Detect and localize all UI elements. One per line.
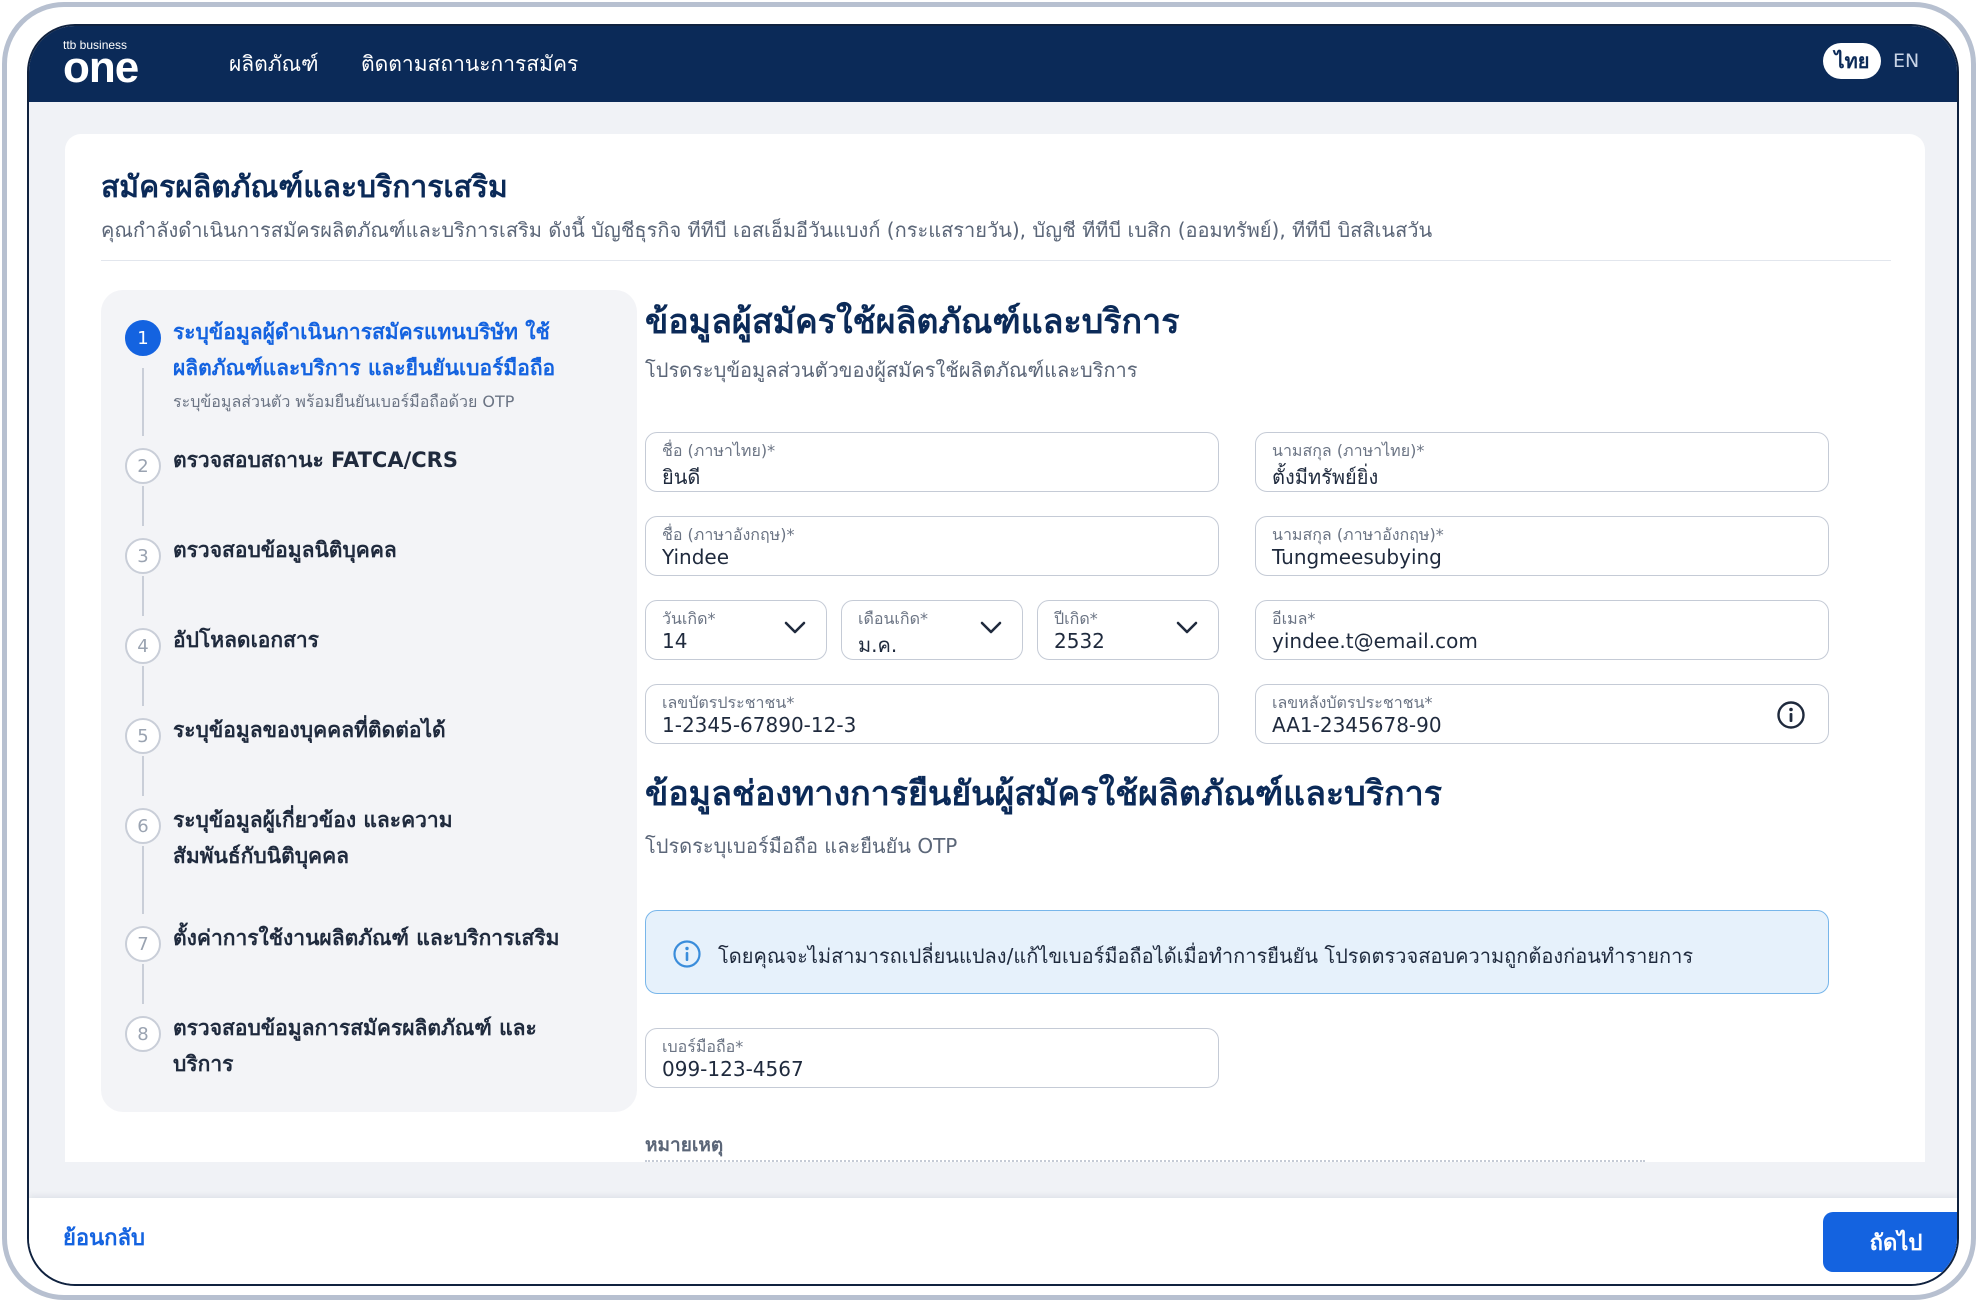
last-name-th-field[interactable]: นามสกุล (ภาษาไทย)* ตั้งมีทรัพย์ยิ่ง [1255,432,1829,492]
step-connector [142,756,144,796]
field-value: 14 [662,629,688,653]
field-value: 2532 [1054,629,1105,653]
notice-text: โดยคุณจะไม่สามารถเปลี่ยนแปลง/แก้ไขเบอร์ม… [718,944,1694,968]
mobile-number-field[interactable]: เบอร์มือถือ* 099-123-4567 [645,1028,1219,1088]
field-value: AA1-2345678-90 [1272,713,1442,737]
info-icon[interactable] [1776,700,1806,730]
birth-month-select[interactable]: เดือนเกิด* ม.ค. [841,600,1023,660]
field-value: ยินดี [662,465,701,489]
field-value: 1-2345-67890-12-3 [662,713,857,737]
last-name-en-field[interactable]: นามสกุล (ภาษาอังกฤษ)* Tungmeesubying [1255,516,1829,576]
step-number: 4 [125,628,161,664]
id-card-laser-code-field[interactable]: เลขหลังบัตรประชาชน* AA1-2345678-90 [1255,684,1829,744]
nav-track-application[interactable]: ติดตามสถานะการสมัคร [361,48,578,81]
first-name-en-field[interactable]: ชื่อ (ภาษาอังกฤษ)* Yindee [645,516,1219,576]
step-number: 7 [125,926,161,962]
step-title: ระบุข้อมูลของบุคคลที่ติดต่อได้ [173,718,446,742]
page-subtitle: คุณกำลังดำเนินการสมัครผลิตภัณฑ์และบริการ… [101,218,1433,242]
next-button[interactable]: ถัดไป [1823,1212,1957,1272]
applicant-section-title: ข้อมูลผู้สมัครใช้ผลิตภัณฑ์และบริการ [645,302,1180,342]
field-value: ตั้งมีทรัพย์ยิ่ง [1272,465,1379,489]
field-value: Tungmeesubying [1272,545,1442,569]
application-card: สมัครผลิตภัณฑ์และบริการเสริม คุณกำลังดำเ… [65,134,1925,1162]
applicant-section-subtitle: โปรดระบุข้อมูลส่วนตัวของผู้สมัครใช้ผลิตภ… [645,358,1138,382]
field-value: 099-123-4567 [662,1057,804,1081]
ttb-business-one-logo[interactable]: ttb business one [63,38,149,90]
nav-products[interactable]: ผลิตภัณฑ์ [229,48,319,81]
step-number: 3 [125,538,161,574]
logo-main-text: one [63,43,139,92]
email-field[interactable]: อีเมล* yindee.t@email.com [1255,600,1829,660]
page-title: สมัครผลิตภัณฑ์และบริการเสริม [101,170,508,205]
step-title: ตรวจสอบข้อมูลนิติบุคคล [173,538,397,562]
field-value: Yindee [662,545,730,569]
step-title: ตรวจสอบข้อมูลการสมัครผลิตภัณฑ์ และบริการ [173,1016,537,1076]
id-card-number-field[interactable]: เลขบัตรประชาชน* 1-2345-67890-12-3 [645,684,1219,744]
step-title: ตั้งค่าการใช้งานผลิตภัณฑ์ และบริการเสริม [173,926,560,950]
device-frame: ttb business one ผลิตภัณฑ์ ติดตามสถานะกา… [2,2,1976,1300]
back-button[interactable]: ย้อนกลับ [63,1220,145,1255]
step-title: ตรวจสอบสถานะ FATCA/CRS [173,448,458,472]
step-connector [142,486,144,526]
step-number: 2 [125,448,161,484]
step-number: 6 [125,808,161,844]
step-number: 5 [125,718,161,754]
app-screen: ttb business one ผลิตภัณฑ์ ติดตามสถานะกา… [27,24,1959,1286]
field-value: ม.ค. [858,633,898,657]
mobile-change-warning-notice: โดยคุณจะไม่สามารถเปลี่ยนแปลง/แก้ไขเบอร์ม… [645,910,1829,994]
step-number: 8 [125,1016,161,1052]
remark-content-cutoff [645,1160,1645,1162]
first-name-th-field[interactable]: ชื่อ (ภาษาไทย)* ยินดี [645,432,1219,492]
step-connector [142,964,144,1004]
chevron-down-icon [1176,621,1198,634]
birth-year-select[interactable]: ปีเกิด* 2532 [1037,600,1219,660]
step-number: 1 [125,320,161,356]
chevron-down-icon [980,621,1002,634]
chevron-down-icon [784,621,806,634]
step-connector [142,666,144,706]
top-navigation-bar: ttb business one ผลิตภัณฑ์ ติดตามสถานะกา… [29,26,1957,102]
birth-day-select[interactable]: วันเกิด* 14 [645,600,827,660]
info-icon [673,940,701,968]
step-connector [142,576,144,616]
step-title: ระบุข้อมูลผู้ดำเนินการสมัครแทนบริษัท ใช้… [173,320,556,380]
language-english-button[interactable]: EN [1893,50,1919,72]
step-connector [142,846,144,914]
bottom-action-bar: ย้อนกลับ ถัดไป [29,1198,1957,1284]
step-connector [142,368,144,436]
field-value: yindee.t@email.com [1272,629,1478,653]
divider [101,260,1891,261]
step-title: ระบุข้อมูลผู้เกี่ยวข้อง และความสัมพันธ์ก… [173,808,453,868]
progress-stepper: 1 ระบุข้อมูลผู้ดำเนินการสมัครแทนบริษัท ใ… [101,290,637,1112]
remark-title: หมายเหตุ [645,1134,724,1156]
step-title: อัปโหลดเอกสาร [173,628,319,652]
verification-section-subtitle: โปรดระบุเบอร์มือถือ และยืนยัน OTP [645,834,958,858]
language-thai-button[interactable]: ไทย [1823,43,1881,79]
step-description: ระบุข้อมูลส่วนตัว พร้อมยืนยันเบอร์มือถือ… [173,392,515,411]
verification-section-title: ข้อมูลช่องทางการยืนยันผู้สมัครใช้ผลิตภัณ… [645,774,1442,814]
